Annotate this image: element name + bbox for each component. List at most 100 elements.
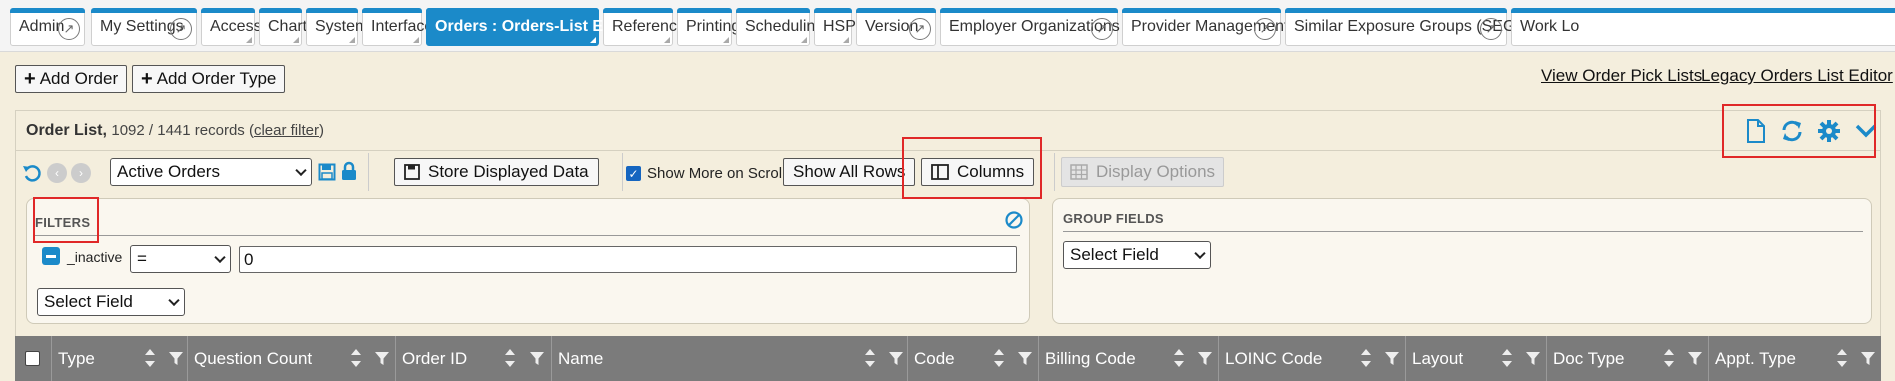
column-header-doc-type[interactable]: Doc Type	[1546, 336, 1708, 381]
previous-icon[interactable]: ‹	[47, 163, 67, 183]
record-count-close: )	[318, 122, 324, 139]
sort-icon[interactable]	[1501, 349, 1513, 367]
tab-reference[interactable]: Reference	[603, 8, 686, 46]
column-header-billing-code[interactable]: Billing Code	[1038, 336, 1218, 381]
external-link-icon[interactable]: ↗	[1480, 18, 1502, 40]
tab-version[interactable]: Version ↗	[856, 8, 936, 46]
filter-operator-select[interactable]: =	[130, 245, 231, 273]
store-displayed-data-button[interactable]: Store Displayed Data	[394, 158, 599, 186]
clear-filter-link[interactable]: clear filter	[254, 122, 319, 139]
group-field-select[interactable]: Select Field	[1063, 241, 1211, 269]
tab-label: Scheduling	[745, 18, 825, 35]
column-header-question-count[interactable]: Question Count	[187, 336, 395, 381]
tab-employer-organizations[interactable]: Employer Organizations ↗	[940, 8, 1120, 46]
filter-icon[interactable]	[168, 350, 184, 366]
display-options-button[interactable]: Display Options	[1061, 157, 1225, 187]
column-header-layout[interactable]: Layout	[1405, 336, 1546, 381]
view-order-pick-lists-link[interactable]: View Order Pick Lists	[1541, 66, 1702, 86]
sort-icon[interactable]	[504, 349, 516, 367]
sort-icon[interactable]	[864, 349, 876, 367]
sort-icon[interactable]	[1360, 349, 1372, 367]
external-link-icon[interactable]: ↗	[1254, 18, 1276, 40]
column-header-label: Type	[58, 348, 95, 368]
column-header-type[interactable]: Type	[51, 336, 187, 381]
show-all-rows-button[interactable]: Show All Rows	[783, 158, 916, 186]
tab-my-settings[interactable]: My Settings ↗	[91, 8, 197, 46]
refresh-icon[interactable]	[1780, 119, 1804, 143]
columns-label: Columns	[957, 162, 1025, 181]
sort-icon[interactable]	[993, 349, 1005, 367]
filter-icon[interactable]	[529, 350, 545, 366]
order-list-title: Order List,	[26, 122, 107, 139]
sort-icon[interactable]	[350, 349, 362, 367]
sort-icon[interactable]	[1663, 349, 1675, 367]
checkbox-checked-icon[interactable]: ✓	[626, 166, 641, 181]
gear-icon[interactable]	[1817, 119, 1841, 143]
column-header-label: Code	[914, 348, 955, 368]
new-document-icon[interactable]	[1744, 117, 1768, 145]
select-all-checkbox[interactable]	[25, 351, 40, 366]
next-icon[interactable]: ›	[71, 163, 91, 183]
tab-system[interactable]: System	[306, 8, 368, 46]
show-more-on-scroll-toggle[interactable]: ✓ Show More on Scroll	[626, 165, 785, 182]
save-icon[interactable]	[318, 163, 336, 181]
column-header-label: LOINC Code	[1225, 348, 1323, 368]
sort-icon[interactable]	[1836, 349, 1848, 367]
column-header-appt-type[interactable]: Appt. Type	[1708, 336, 1881, 381]
module-tab-bar: Admin ↗ My Settings ↗ Access Chart Syste…	[0, 0, 1895, 52]
filters-divider	[35, 235, 1020, 236]
sort-icon[interactable]	[144, 349, 156, 367]
column-header-label: Billing Code	[1045, 348, 1136, 368]
view-select[interactable]: Active Orders	[110, 158, 312, 186]
column-header-code[interactable]: Code	[907, 336, 1038, 381]
corner-indicator-icon	[246, 37, 252, 43]
tab-provider-management[interactable]: Provider Management ↗	[1122, 8, 1288, 46]
remove-filter-icon[interactable]	[42, 247, 60, 265]
sort-icon[interactable]	[1173, 349, 1185, 367]
filter-icon[interactable]	[374, 350, 390, 366]
filter-icon[interactable]	[1687, 350, 1703, 366]
tab-printing[interactable]: Printing	[677, 8, 740, 46]
legacy-orders-list-editor-link[interactable]: Legacy Orders List Editor	[1701, 66, 1893, 86]
column-header-loinc-code[interactable]: LOINC Code	[1218, 336, 1405, 381]
external-link-icon[interactable]: ↗	[170, 18, 192, 40]
external-link-icon[interactable]: ↗	[909, 18, 931, 40]
filters-section: FILTERS _inactive = 0 Select Field	[26, 198, 1030, 324]
filter-icon[interactable]	[1197, 350, 1213, 366]
view-select-value: Active Orders	[117, 162, 220, 181]
column-header-label: Order ID	[402, 348, 468, 368]
add-order-button[interactable]: + Add Order	[15, 65, 128, 93]
add-order-type-button[interactable]: + Add Order Type	[132, 65, 286, 93]
tab-chart[interactable]: Chart	[259, 8, 307, 46]
filter-icon[interactable]	[1860, 350, 1876, 366]
filter-value-input[interactable]: 0	[239, 246, 1017, 273]
tab-similar-exposure-groups[interactable]: Similar Exposure Groups (SEGs) ↗	[1285, 8, 1529, 46]
save-icon	[404, 164, 420, 180]
chevron-down-icon[interactable]	[1854, 121, 1878, 141]
tab-interface[interactable]: Interface	[362, 8, 433, 46]
tab-label: System	[315, 18, 369, 35]
tab-work-log[interactable]: Work Lo	[1511, 8, 1895, 46]
tab-access[interactable]: Access	[201, 8, 262, 46]
add-order-label: Add Order	[39, 69, 119, 88]
clear-filters-icon[interactable]	[1005, 211, 1023, 229]
filter-icon[interactable]	[1384, 350, 1400, 366]
filter-icon[interactable]	[888, 350, 904, 366]
filter-icon[interactable]	[1017, 350, 1033, 366]
tab-hsp[interactable]: HSP	[814, 8, 856, 46]
filter-add-field-select[interactable]: Select Field	[37, 288, 185, 316]
filter-icon[interactable]	[1525, 350, 1541, 366]
external-link-icon[interactable]: ↗	[1091, 18, 1113, 40]
external-link-icon[interactable]: ↗	[58, 18, 80, 40]
tab-admin[interactable]: Admin ↗	[10, 8, 85, 46]
column-header-name[interactable]: Name	[551, 336, 907, 381]
tab-orders-list-editor[interactable]: Orders : Orders-List Editor	[426, 8, 639, 46]
tab-scheduling[interactable]: Scheduling	[736, 8, 824, 46]
toolbar-divider	[368, 153, 369, 191]
undo-icon[interactable]	[22, 163, 42, 183]
lock-icon[interactable]	[341, 161, 357, 181]
column-header-order-id[interactable]: Order ID	[395, 336, 551, 381]
chevron-down-icon	[168, 294, 180, 307]
corner-indicator-icon	[723, 37, 729, 43]
columns-button[interactable]: Columns	[921, 158, 1035, 186]
